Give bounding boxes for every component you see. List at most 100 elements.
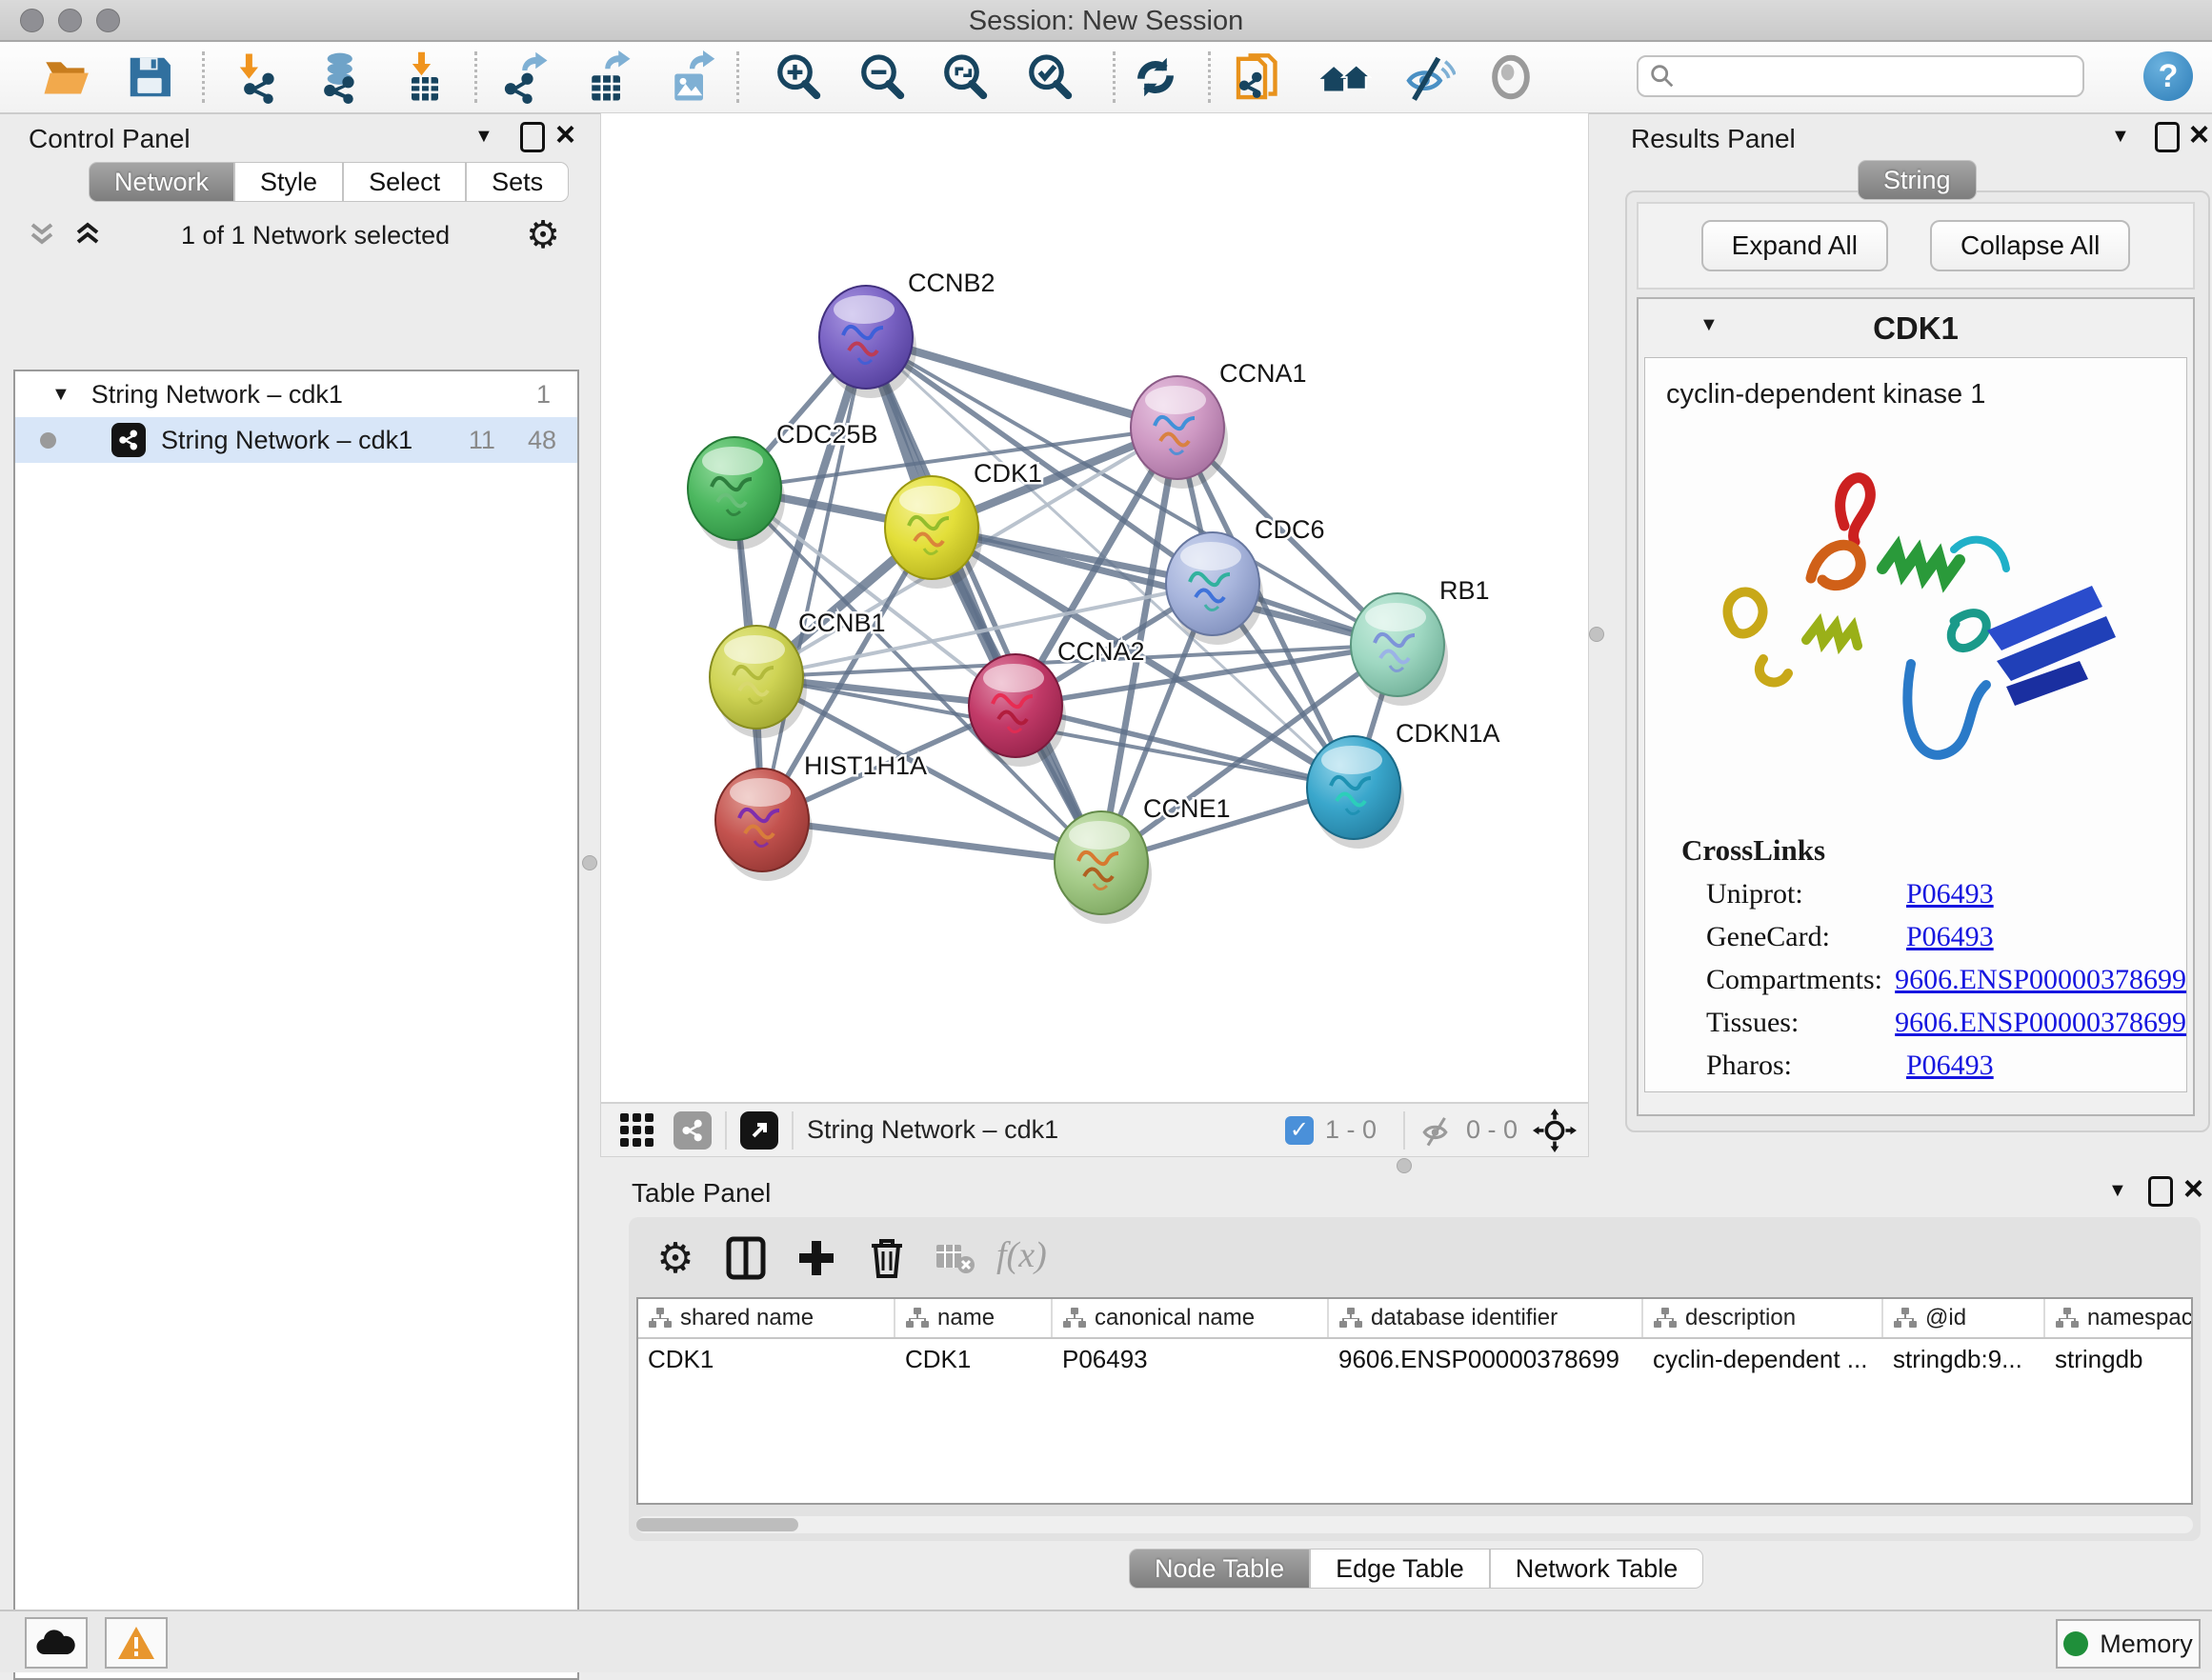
tab-select[interactable]: Select	[343, 162, 466, 202]
expand-all-button[interactable]: Expand All	[1701, 220, 1888, 271]
delete-column-button[interactable]	[857, 1229, 916, 1288]
network-node-CDC6[interactable]: CDC6	[1166, 515, 1325, 645]
crosslink-link[interactable]: 9606.ENSP00000378699	[1895, 964, 2186, 996]
float-panel-icon[interactable]	[2155, 122, 2180, 152]
column-header-name[interactable]: name	[895, 1299, 1053, 1337]
warnings-button[interactable]	[105, 1617, 168, 1669]
entry-name: CDK1	[1639, 299, 2193, 347]
column-header-namespace[interactable]: namespace	[2045, 1299, 2193, 1337]
import-network-button[interactable]	[231, 50, 286, 105]
table-options-button[interactable]: ⚙	[646, 1229, 705, 1288]
column-header-@id[interactable]: @id	[1883, 1299, 2045, 1337]
tab-network-table[interactable]: Network Table	[1490, 1549, 1704, 1589]
network-node-CDC25B[interactable]: CDC25B	[688, 420, 878, 550]
import-table-button[interactable]	[397, 50, 452, 105]
database-icon	[312, 50, 365, 104]
window-title: Session: New Session	[0, 6, 2212, 37]
open-session-button[interactable]	[40, 50, 95, 105]
tab-node-table[interactable]: Node Table	[1129, 1549, 1310, 1589]
network-from-file-button[interactable]	[1231, 50, 1286, 105]
collapse-panel-icon[interactable]: ▼	[474, 126, 493, 148]
tab-network[interactable]: Network	[89, 162, 234, 202]
show-columns-button[interactable]	[716, 1229, 775, 1288]
zoom-fit-button[interactable]	[937, 50, 993, 105]
network-node-HIST1H1A[interactable]: HIST1H1A	[715, 751, 927, 881]
node-table: shared namenamecanonical namedatabase id…	[636, 1297, 2193, 1505]
refresh-button[interactable]	[1128, 50, 1183, 105]
float-panel-icon[interactable]	[2148, 1176, 2173, 1207]
close-panel-icon[interactable]: ×	[2189, 122, 2209, 147]
cloud-button[interactable]	[25, 1617, 88, 1669]
show-graphics-button[interactable]	[1483, 50, 1538, 105]
export-network-button[interactable]	[496, 50, 552, 105]
network-node-CDKN1A[interactable]: CDKN1A	[1307, 719, 1500, 849]
help-button[interactable]: ?	[2143, 51, 2193, 101]
houses-icon	[1317, 50, 1372, 105]
table-row[interactable]: CDK1CDK1P064939606.ENSP00000378699cyclin…	[638, 1339, 2191, 1379]
tab-edge-table[interactable]: Edge Table	[1310, 1549, 1490, 1589]
node-label-HIST1H1A: HIST1H1A	[804, 751, 927, 780]
collapse-panel-icon[interactable]: ▼	[2111, 126, 2130, 148]
crosslink-link[interactable]: P06493	[1906, 878, 1994, 910]
save-session-button[interactable]	[122, 50, 177, 105]
open-in-window-button[interactable]	[740, 1111, 778, 1150]
scrollbar-thumb[interactable]	[636, 1518, 798, 1531]
crosslink-link[interactable]: P06493	[1906, 1050, 1994, 1082]
horizontal-scrollbar[interactable]	[636, 1516, 2193, 1533]
memory-label: Memory	[2100, 1630, 2193, 1659]
selected-checkbox-icon[interactable]: ✓	[1285, 1116, 1314, 1145]
hidden-eye-icon[interactable]	[1418, 1114, 1457, 1147]
export-image-button[interactable]	[662, 50, 717, 105]
column-header-canonical-name[interactable]: canonical name	[1053, 1299, 1329, 1337]
collapse-all-tree-icon[interactable]	[72, 221, 105, 250]
crosslink-label: Compartments:	[1706, 964, 1895, 996]
network-node-RB1[interactable]: RB1	[1351, 576, 1490, 706]
zoom-in-button[interactable]	[771, 50, 826, 105]
collapse-panel-icon[interactable]: ▼	[2108, 1180, 2127, 1202]
column-header-database-identifier[interactable]: database identifier	[1329, 1299, 1643, 1337]
toolbar-separator	[725, 1111, 727, 1150]
tab-style[interactable]: Style	[234, 162, 343, 202]
protein-entry-header[interactable]: ▼ CDK1	[1639, 299, 2193, 354]
zoom-selected-button[interactable]	[1022, 50, 1077, 105]
network-view[interactable]: CCNB2CCNA1CDC25BCDK1CDC6RB1CCNB1CCNA2CDK…	[600, 112, 1589, 1103]
network-edge	[866, 337, 1101, 863]
close-panel-icon[interactable]: ×	[555, 122, 575, 147]
tab-sets[interactable]: Sets	[466, 162, 569, 202]
column-header-description[interactable]: description	[1643, 1299, 1883, 1337]
float-panel-icon[interactable]	[520, 122, 545, 152]
zoom-out-button[interactable]	[855, 50, 910, 105]
search-box[interactable]	[1637, 55, 2084, 97]
network-graph[interactable]: CCNB2CCNA1CDC25BCDK1CDC6RB1CCNB1CCNA2CDK…	[601, 113, 1588, 1102]
import-from-database-button[interactable]	[311, 50, 366, 105]
status-bar: Memory	[0, 1610, 2212, 1672]
home-button[interactable]	[1317, 50, 1372, 105]
add-column-button[interactable]	[787, 1229, 846, 1288]
network-row-selected[interactable]: String Network – cdk1 11 48	[15, 417, 577, 463]
memory-button[interactable]: Memory	[2056, 1619, 2201, 1669]
network-tree: ▼ String Network – cdk1 1 String Network…	[13, 370, 579, 1680]
collapse-all-button[interactable]: Collapse All	[1930, 220, 2130, 271]
protein-entry-content: cyclin-dependent kinase 1 CrossLinks Uni…	[1644, 357, 2187, 1092]
birdseye-crosshair-icon[interactable]	[1533, 1109, 1577, 1152]
grid-view-icon[interactable]	[618, 1111, 656, 1150]
search-input[interactable]	[1677, 61, 2061, 92]
left-divider-handle[interactable]	[582, 855, 597, 870]
close-panel-icon[interactable]: ×	[2183, 1176, 2203, 1201]
network-node-CCNB2[interactable]: CCNB2	[819, 269, 995, 398]
crosslink-link[interactable]: 9606.ENSP00000378699	[1895, 1007, 2186, 1039]
main-toolbar: ?	[0, 42, 2212, 114]
crosslink-link[interactable]: P06493	[1906, 921, 1994, 953]
entry-collapse-caret[interactable]: ▼	[1699, 314, 1719, 336]
network-badge-icon[interactable]	[674, 1111, 712, 1150]
hide-unhide-button[interactable]	[1400, 50, 1456, 105]
table-cell: stringdb	[2045, 1339, 2193, 1379]
column-header-shared-name[interactable]: shared name	[638, 1299, 895, 1337]
tab-string[interactable]: String	[1858, 160, 1977, 200]
refresh-icon	[1130, 51, 1181, 103]
tree-expand-caret[interactable]: ▼	[51, 384, 70, 406]
expand-all-tree-icon[interactable]	[27, 221, 59, 250]
network-collection-row[interactable]: ▼ String Network – cdk1 1	[15, 371, 577, 417]
tree-options-gear-icon[interactable]: ⚙	[526, 213, 560, 257]
export-table-button[interactable]	[579, 50, 634, 105]
